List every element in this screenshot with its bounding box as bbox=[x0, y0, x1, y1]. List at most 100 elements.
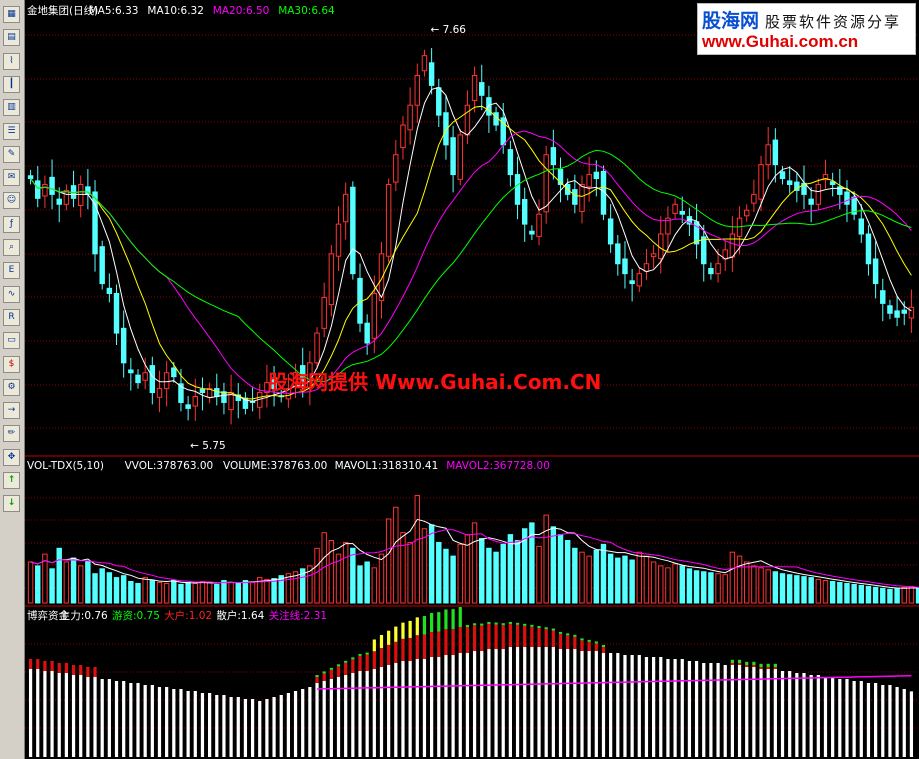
fund-bar bbox=[666, 659, 670, 757]
hot-money-bar bbox=[437, 612, 441, 632]
hot-money-bar bbox=[344, 660, 348, 663]
up-arrow-icon[interactable]: ↑ bbox=[3, 472, 20, 489]
volume-bar bbox=[786, 574, 793, 604]
fund-bar bbox=[730, 665, 734, 757]
big-player-bar bbox=[315, 677, 319, 683]
volume-legend-item: VVOL:378763.00 bbox=[125, 460, 214, 472]
volume-bar bbox=[342, 541, 349, 604]
big-player-bar bbox=[372, 651, 376, 669]
candle-body bbox=[63, 189, 70, 205]
fund-bar bbox=[694, 661, 699, 757]
window-icon[interactable]: ▭ bbox=[3, 332, 20, 350]
candle-chart-icon[interactable]: ┃ bbox=[3, 75, 20, 93]
fund-bar bbox=[680, 659, 684, 757]
candle-body bbox=[908, 306, 915, 319]
big-player-bar bbox=[551, 630, 555, 647]
candle-body bbox=[615, 243, 621, 265]
fund-bar bbox=[71, 675, 76, 757]
line-chart-icon[interactable]: ⌇ bbox=[3, 52, 20, 70]
table-icon[interactable]: ▦ bbox=[3, 6, 20, 23]
logo-url: www.Guhai.com.cn bbox=[702, 32, 859, 51]
moving-average-lines bbox=[30, 86, 912, 402]
candle-body bbox=[350, 186, 356, 275]
fund-bar bbox=[365, 671, 369, 757]
fund-bar bbox=[644, 657, 649, 757]
big-player-bar bbox=[387, 644, 391, 665]
candle-body bbox=[786, 180, 793, 185]
grid-icon[interactable]: ▤ bbox=[3, 29, 20, 47]
wrench-icon[interactable]: ⚙ bbox=[3, 378, 20, 396]
left-toolbar: ▦ ▤ ⌇ ┃ ▥ ☰ ✎ ✉ ☺ ƒ ⌕ E ∿ R ▭ $ ⚙ → ✏ ✥ ↑ ↓ bbox=[0, 0, 25, 759]
notes-icon[interactable]: ✎ bbox=[3, 145, 20, 163]
fund-bar bbox=[773, 669, 777, 757]
big-player-bar bbox=[537, 628, 541, 647]
big-player-bar bbox=[71, 665, 76, 675]
fund-bar bbox=[64, 673, 68, 757]
volume-bar bbox=[743, 561, 750, 604]
candle-body bbox=[400, 124, 406, 149]
fund-bar bbox=[430, 657, 434, 757]
mail-icon[interactable]: ✉ bbox=[3, 169, 20, 187]
import-icon[interactable]: → bbox=[3, 402, 20, 420]
candle-body bbox=[486, 97, 492, 116]
candle-body bbox=[872, 258, 879, 285]
zoom-icon[interactable]: ⌕ bbox=[3, 239, 20, 256]
candle-body bbox=[450, 137, 456, 176]
etf-icon[interactable]: E bbox=[3, 262, 20, 280]
hot-money-bar bbox=[458, 607, 462, 627]
candle-body bbox=[314, 332, 320, 364]
big-player-bar bbox=[759, 667, 763, 669]
report-icon[interactable]: ▥ bbox=[3, 99, 20, 117]
formula-icon[interactable]: ƒ bbox=[3, 215, 20, 233]
watermark-text: 股海网提供 Www.Guhai.Com.CN bbox=[268, 370, 602, 394]
volume-bar bbox=[421, 528, 428, 604]
fund-bar bbox=[580, 651, 584, 757]
ma10-line bbox=[30, 105, 912, 400]
fund-bar bbox=[28, 669, 33, 757]
fund-bar bbox=[50, 671, 54, 757]
volume-bar bbox=[178, 583, 184, 604]
fund-bar bbox=[745, 667, 749, 757]
candle-body bbox=[321, 296, 327, 329]
list-icon[interactable]: ☰ bbox=[3, 122, 20, 140]
big-player-bar bbox=[508, 623, 512, 647]
hot-money-bar bbox=[480, 623, 484, 626]
fund-bar bbox=[902, 689, 906, 757]
move-icon[interactable]: ✥ bbox=[3, 448, 20, 466]
pencil-icon[interactable]: ✏ bbox=[3, 425, 20, 443]
volume-bar bbox=[708, 572, 714, 604]
hot-money-bar bbox=[523, 623, 527, 626]
hot-money-bar bbox=[329, 667, 333, 670]
focus-line bbox=[316, 674, 912, 690]
hot-money-bar bbox=[601, 645, 606, 647]
users-icon[interactable]: ☺ bbox=[3, 192, 20, 210]
volume-bar bbox=[385, 518, 392, 604]
volume-bar bbox=[228, 581, 234, 604]
fund-bar bbox=[551, 647, 555, 757]
fund-bar bbox=[816, 675, 820, 757]
candle-body bbox=[572, 189, 578, 205]
fund-bar bbox=[322, 681, 326, 757]
big-player-bar bbox=[601, 647, 606, 653]
big-player-bar bbox=[322, 673, 326, 681]
wave-icon[interactable]: ∿ bbox=[3, 285, 20, 303]
volume-bar bbox=[536, 545, 542, 604]
fund-bar bbox=[874, 683, 878, 757]
down-arrow-icon[interactable]: ↓ bbox=[3, 495, 20, 513]
fund-bar bbox=[659, 657, 663, 757]
volume-bar bbox=[829, 581, 836, 604]
hot-money-bar bbox=[573, 634, 577, 637]
dollar-icon[interactable]: $ bbox=[3, 355, 20, 373]
volume-bar bbox=[815, 579, 822, 604]
volume-bar bbox=[443, 548, 449, 604]
hot-money-bar bbox=[594, 641, 598, 644]
fund-bar bbox=[601, 653, 606, 757]
hot-money-bar bbox=[415, 617, 419, 636]
fund-bar bbox=[293, 691, 298, 757]
candle-body bbox=[679, 210, 685, 215]
rsi-icon[interactable]: R bbox=[3, 308, 20, 326]
big-player-bar bbox=[472, 625, 477, 651]
fund-bar bbox=[107, 679, 111, 757]
fund-bar bbox=[93, 677, 97, 757]
volume-legend-item: MAVOL1:318310.41 bbox=[335, 460, 439, 472]
